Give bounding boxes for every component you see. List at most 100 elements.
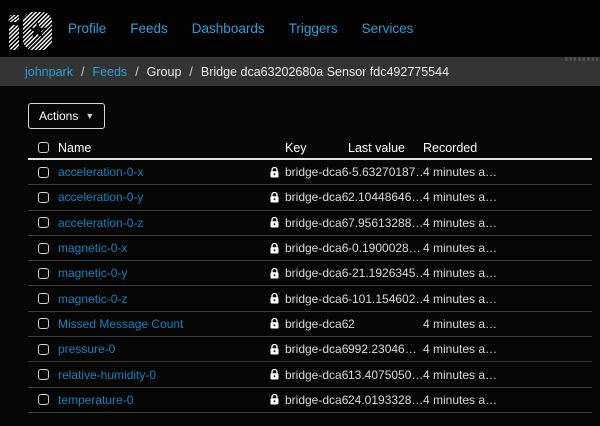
row-checkbox[interactable] [38,217,49,228]
table-row: pressure-0 bridge-dca6… 992.23046… 4 min… [28,337,592,362]
nav-item-services[interactable]: Services [362,21,414,36]
lock-icon [270,192,279,203]
breadcrumb-feeds[interactable]: Feeds [92,65,127,79]
recorded: 4 minutes a… [423,190,592,204]
table-row: acceleration-0-x bridge-dca6… -5.6327018… [28,160,592,185]
breadcrumb-separator: / [81,65,84,79]
table-row: Missed Message Count bridge-dca6… 2 4 mi… [28,312,592,337]
last-value: -101.154602… [348,292,423,306]
feed-key: bridge-dca6… [285,317,348,331]
table-header-row: Name Key Last value Recorded [28,137,592,160]
actions-label: Actions [39,109,78,123]
last-value: 13.4075050… [348,368,423,382]
recorded: 4 minutes a… [423,292,592,306]
feed-link[interactable]: Missed Message Count [58,317,183,331]
row-checkbox[interactable] [38,243,49,254]
feed-link[interactable]: acceleration-0-x [58,165,143,179]
recorded: 4 minutes a… [423,216,592,230]
row-checkbox[interactable] [38,394,49,405]
row-checkbox[interactable] [38,167,49,178]
table-row: magnetic-0-z bridge-dca6… -101.154602… 4… [28,286,592,311]
header-name: Name [58,141,270,155]
table-row: magnetic-0-y bridge-dca6… -21.1926345… 4… [28,261,592,286]
feeds-table: Name Key Last value Recorded acceleratio… [28,137,592,413]
feed-link[interactable]: temperature-0 [58,393,133,407]
feed-key: bridge-dca6… [285,266,348,280]
feed-key: bridge-dca6… [285,393,348,407]
dotted-decoration [565,57,600,61]
select-all-checkbox[interactable] [38,142,49,153]
recorded: 4 minutes a… [423,266,592,280]
recorded: 4 minutes a… [423,393,592,407]
feed-link[interactable]: acceleration-0-y [58,190,143,204]
last-value: 2.10448646… [348,190,423,204]
lock-icon [270,167,279,178]
page-title: Bridge dca63202680a Sensor fdc492775544 [201,65,449,79]
lock-icon [270,369,279,380]
header-recorded: Recorded [423,141,592,155]
breadcrumb-user[interactable]: johnpark [25,65,73,79]
last-value: 7.95613288… [348,216,423,230]
logo-letter-o: ★ [23,12,52,50]
last-value: -0.1900028… [348,241,423,255]
lock-icon [270,243,279,254]
breadcrumb-separator: / [135,65,138,79]
row-checkbox[interactable] [38,344,49,355]
star-icon: ★ [27,19,48,42]
feed-key: bridge-dca6… [285,368,348,382]
row-checkbox[interactable] [38,293,49,304]
recorded: 4 minutes a… [423,342,592,356]
feed-link[interactable]: acceleration-0-z [58,216,143,230]
lock-icon [270,293,279,304]
feed-link[interactable]: magnetic-0-z [58,292,127,306]
feed-key: bridge-dca6… [285,241,348,255]
header-last-value: Last value [348,141,423,155]
nav-item-feeds[interactable]: Feeds [130,21,168,36]
row-checkbox[interactable] [38,369,49,380]
lock-icon [270,394,279,405]
nav-item-triggers[interactable]: Triggers [289,21,338,36]
chevron-down-icon: ▼ [85,111,94,121]
table-row: temperature-0 bridge-dca6… 24.0193328… 4… [28,388,592,413]
row-checkbox[interactable] [38,268,49,279]
feed-link[interactable]: pressure-0 [58,342,115,356]
feed-link[interactable]: magnetic-0-y [58,266,127,280]
nav-item-dashboards[interactable]: Dashboards [192,21,265,36]
last-value: -5.63270187… [348,165,423,179]
feed-link[interactable]: relative-humidity-0 [58,368,156,382]
lock-icon [270,217,279,228]
table-row: acceleration-0-y bridge-dca6… 2.10448646… [28,185,592,210]
table-row: acceleration-0-z bridge-dca6… 7.95613288… [28,211,592,236]
row-checkbox[interactable] [38,192,49,203]
last-value: -21.1926345… [348,266,423,280]
feed-key: bridge-dca6… [285,165,348,179]
table-row: relative-humidity-0 bridge-dca6… 13.4075… [28,362,592,387]
breadcrumb-group: Group [147,65,182,79]
nav-links: Profile Feeds Dashboards Triggers Servic… [68,21,437,36]
row-checkbox[interactable] [38,318,49,329]
table-row: magnetic-0-x bridge-dca6… -0.1900028… 4 … [28,236,592,261]
recorded: 4 minutes a… [423,165,592,179]
recorded: 4 minutes a… [423,368,592,382]
feed-key: bridge-dca6… [285,342,348,356]
last-value: 2 [348,317,423,331]
top-nav: ★ Profile Feeds Dashboards Triggers Serv… [0,0,600,57]
feed-key: bridge-dca6… [285,216,348,230]
breadcrumb: johnpark / Feeds / Group / Bridge dca632… [0,57,600,86]
main-content: Actions ▼ Name Key Last value Recorded a… [0,86,600,413]
feed-key: bridge-dca6… [285,190,348,204]
header-key: Key [270,141,348,155]
nav-item-profile[interactable]: Profile [68,21,106,36]
recorded: 4 minutes a… [423,317,592,331]
adafruit-io-logo[interactable]: ★ [9,7,52,50]
lock-icon [270,318,279,329]
feed-key: bridge-dca6… [285,292,348,306]
feed-link[interactable]: magnetic-0-x [58,241,127,255]
actions-dropdown-button[interactable]: Actions ▼ [28,103,105,129]
lock-icon [270,268,279,279]
lock-icon [270,344,279,355]
last-value: 24.0193328… [348,393,423,407]
last-value: 992.23046… [348,342,423,356]
recorded: 4 minutes a… [423,241,592,255]
logo-letter-i [9,15,19,50]
